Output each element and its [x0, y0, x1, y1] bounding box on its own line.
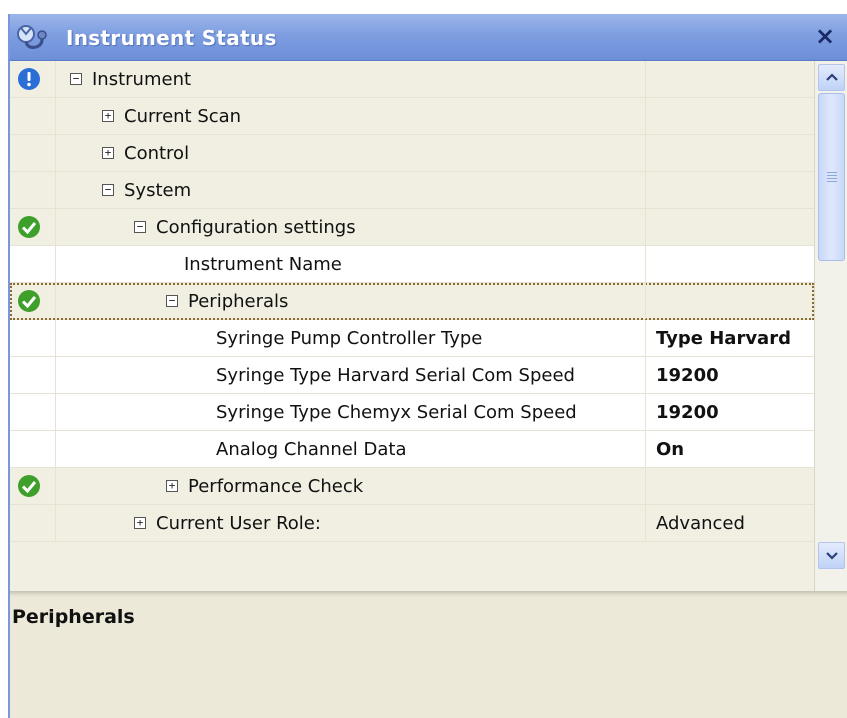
tree-row-value: 19200 — [656, 365, 719, 386]
expand-toggle[interactable]: + — [166, 480, 178, 492]
tree-row-system[interactable]: − System — [10, 172, 814, 209]
description-pane: Peripherals — [10, 597, 847, 718]
chevron-down-icon — [826, 552, 838, 560]
collapse-toggle[interactable]: − — [166, 295, 178, 307]
tree-row-instrument[interactable]: − Instrument — [10, 61, 814, 98]
tree-row-peripherals[interactable]: − Peripherals — [10, 283, 814, 320]
check-icon — [18, 290, 40, 312]
tree-row-performance-check[interactable]: + Performance Check — [10, 468, 814, 505]
tree-row-label: Syringe Pump Controller Type — [216, 328, 483, 349]
tree-row-value: Type Harvard — [656, 328, 791, 349]
tree-row-control[interactable]: + Control — [10, 135, 814, 172]
window-title: Instrument Status — [66, 26, 277, 50]
tree-row-current-user-role[interactable]: + Current User Role: Advanced — [10, 505, 814, 542]
collapse-toggle[interactable]: − — [70, 73, 82, 85]
tree-row-value: On — [656, 439, 685, 460]
collapse-toggle[interactable]: − — [134, 221, 146, 233]
status-tree-grid: − Instrument + Current Scan + Control − … — [10, 61, 814, 591]
description-title: Peripherals — [12, 606, 135, 628]
tree-row-label: Configuration settings — [156, 217, 356, 238]
tree-row-label: Current User Role: — [156, 513, 321, 534]
tree-row-value: 19200 — [656, 402, 719, 423]
expand-toggle[interactable]: + — [102, 110, 114, 122]
info-icon — [18, 68, 40, 90]
tree-row-harvard-serial-com-speed[interactable]: Syringe Type Harvard Serial Com Speed 19… — [10, 357, 814, 394]
tree-row-label: Peripherals — [188, 291, 289, 312]
tree-row-label: Instrument Name — [184, 254, 342, 275]
collapse-toggle[interactable]: − — [102, 184, 114, 196]
scroll-down-button[interactable] — [818, 542, 845, 569]
tree-row-analog-channel-data[interactable]: Analog Channel Data On — [10, 431, 814, 468]
tree-row-label: Syringe Type Chemyx Serial Com Speed — [216, 402, 577, 423]
check-icon — [18, 216, 40, 238]
close-button[interactable]: × — [813, 23, 837, 49]
tree-row-configuration-settings[interactable]: − Configuration settings — [10, 209, 814, 246]
tree-row-label: Current Scan — [124, 106, 242, 127]
expand-toggle[interactable]: + — [102, 147, 114, 159]
tree-row-value: Advanced — [656, 513, 745, 534]
tree-row-chemyx-serial-com-speed[interactable]: Syringe Type Chemyx Serial Com Speed 192… — [10, 394, 814, 431]
check-icon — [18, 475, 40, 497]
tree-row-label: Instrument — [92, 69, 192, 90]
instrument-status-panel: Instrument Status × − Instrument + Curre… — [8, 14, 847, 718]
tree-row-label: Syringe Type Harvard Serial Com Speed — [216, 365, 575, 386]
tree-row-label: System — [124, 180, 192, 201]
vertical-scrollbar[interactable] — [814, 61, 847, 591]
tree-row-syringe-pump-controller-type[interactable]: Syringe Pump Controller Type Type Harvar… — [10, 320, 814, 357]
stethoscope-icon — [17, 25, 47, 49]
tree-row-label: Performance Check — [188, 476, 364, 497]
title-bar[interactable]: Instrument Status × — [10, 14, 847, 61]
expand-toggle[interactable]: + — [134, 517, 146, 529]
chevron-up-icon — [826, 73, 838, 81]
scroll-up-button[interactable] — [818, 64, 845, 91]
scroll-thumb[interactable] — [818, 93, 845, 261]
tree-row-current-scan[interactable]: + Current Scan — [10, 98, 814, 135]
screen-top-edge — [0, 0, 847, 14]
tree-row-label: Analog Channel Data — [216, 439, 407, 460]
tree-row-label: Control — [124, 143, 190, 164]
tree-row-instrument-name[interactable]: Instrument Name — [10, 246, 814, 283]
